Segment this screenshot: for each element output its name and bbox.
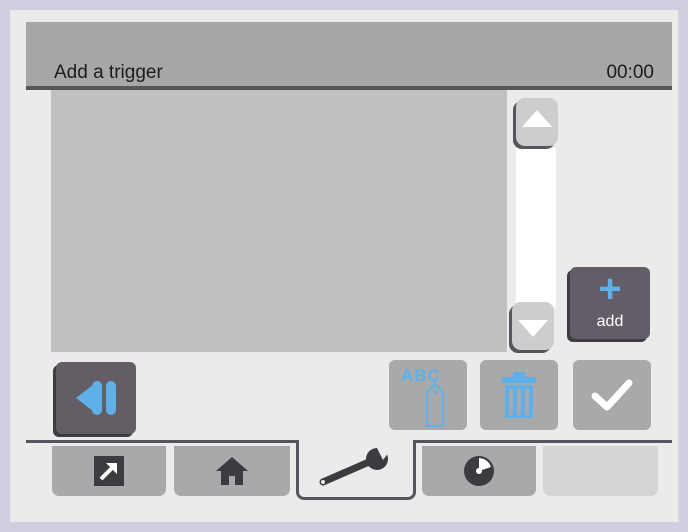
page-title: Add a trigger xyxy=(54,62,163,83)
home-icon xyxy=(216,457,248,485)
tab-bar-divider-right xyxy=(416,440,672,443)
scroll-down-button[interactable] xyxy=(512,302,554,350)
tab-share[interactable] xyxy=(52,446,166,496)
share-arrow-icon xyxy=(94,456,124,486)
add-button-label: add xyxy=(596,313,624,330)
scroll-up-button[interactable] xyxy=(516,98,558,146)
tab-media[interactable] xyxy=(422,446,536,496)
tab-empty[interactable] xyxy=(543,446,658,496)
delete-button[interactable] xyxy=(480,360,558,430)
disc-icon xyxy=(464,456,494,486)
wrench-icon xyxy=(319,448,392,486)
trash-icon xyxy=(502,372,536,418)
tab-bar-divider-left xyxy=(26,440,296,443)
triangle-up-icon xyxy=(522,110,552,127)
confirm-button[interactable] xyxy=(573,360,651,430)
clock-display: 00:00 xyxy=(606,62,654,83)
title-bar: Add a trigger 00:00 xyxy=(26,22,672,90)
abc-tag-icon xyxy=(426,380,444,427)
tab-home[interactable] xyxy=(174,446,290,496)
trigger-list[interactable] xyxy=(51,90,507,352)
add-button[interactable]: + add xyxy=(570,267,650,339)
checkmark-icon xyxy=(591,379,633,411)
scrollbar-track[interactable] xyxy=(516,148,556,308)
device-screen: Add a trigger 00:00 + add ABC xyxy=(10,10,679,522)
rename-button[interactable]: ABC xyxy=(389,360,467,430)
triangle-down-icon xyxy=(518,320,548,337)
plus-icon: + xyxy=(598,267,622,311)
tab-settings[interactable] xyxy=(296,440,416,500)
back-button[interactable] xyxy=(56,362,136,434)
back-icon xyxy=(76,381,116,415)
